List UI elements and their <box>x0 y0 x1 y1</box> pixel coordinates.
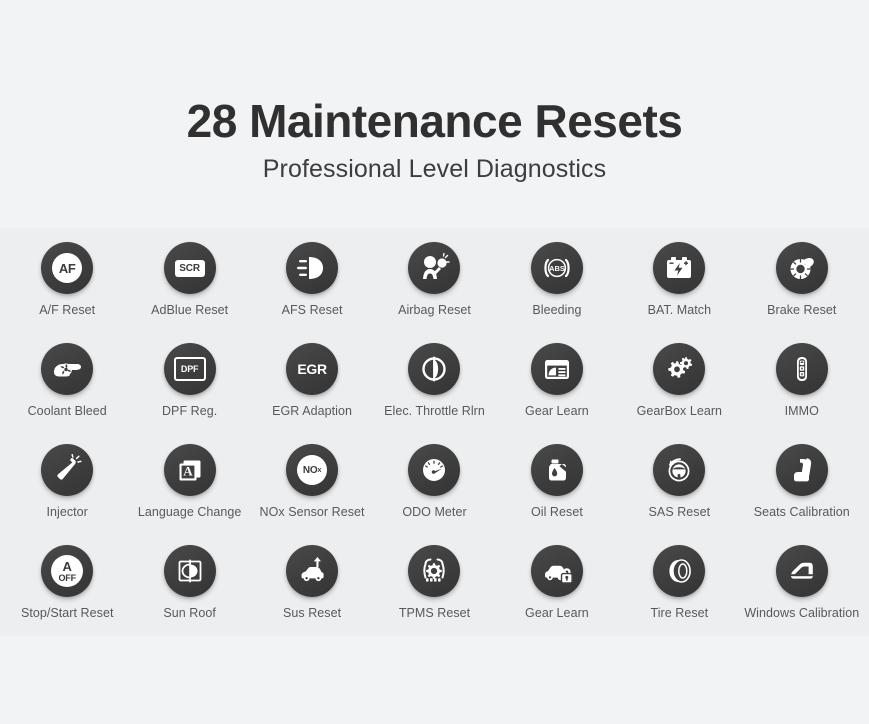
sunroof-icon[interactable] <box>163 545 216 597</box>
gear-learn-screen-icon[interactable] <box>530 343 583 395</box>
page-title: 28 Maintenance Resets <box>186 95 683 147</box>
suspension-car-icon[interactable] <box>286 545 339 597</box>
reset-item[interactable]: GearBox Learn <box>618 343 740 418</box>
scr-badge-icon[interactable]: SCR <box>163 242 216 294</box>
reset-item[interactable]: AF A/F Reset <box>6 242 128 317</box>
reset-item-label: Stop/Start Reset <box>20 606 114 620</box>
reset-item-label: Gear Learn <box>525 606 589 620</box>
reset-item[interactable]: Injector <box>6 444 128 519</box>
reset-item-label: DPF Reg. <box>161 404 218 418</box>
language-a-icon[interactable]: A <box>163 444 216 496</box>
reset-item[interactable]: Brake Reset <box>741 242 863 317</box>
reset-item[interactable]: SCR AdBlue Reset <box>128 242 250 317</box>
oil-can-icon[interactable] <box>530 444 583 496</box>
car-lock-icon[interactable] <box>530 545 583 597</box>
reset-item[interactable]: A OFF Stop/Start Reset <box>6 545 128 620</box>
reset-item-label: IMMO <box>784 404 819 418</box>
reset-item[interactable]: Gear Learn <box>496 545 618 620</box>
reset-item[interactable]: TPMS Reset <box>373 545 495 620</box>
reset-item-label: Sus Reset <box>283 606 342 620</box>
reset-item-label: SAS Reset <box>648 505 711 519</box>
icon-band: AF A/F Reset SCR AdBlue Reset AFS Reset Airba… <box>0 228 869 636</box>
battery-icon[interactable] <box>653 242 706 294</box>
reset-item[interactable]: IMMO <box>741 343 863 418</box>
reset-item-label: Windows Calibration <box>744 606 860 620</box>
reset-item-label: GearBox Learn <box>636 404 723 418</box>
reset-item-label: BAT. Match <box>647 303 712 317</box>
reset-item[interactable]: Seats Calibration <box>741 444 863 519</box>
reset-item-label: Brake Reset <box>767 303 837 317</box>
reset-item-label: NOx Sensor Reset <box>259 505 365 519</box>
page-header: 28 Maintenance Resets Professional Level… <box>0 0 869 184</box>
reset-item-label: Tire Reset <box>650 606 709 620</box>
reset-item[interactable]: Elec. Throttle Rlrn <box>373 343 495 418</box>
steering-angle-icon[interactable] <box>653 444 706 496</box>
reset-item[interactable]: Windows Calibration <box>741 545 863 620</box>
reset-item-label: Language Change <box>137 505 242 519</box>
reset-item[interactable]: NO x NOx Sensor Reset <box>251 444 373 519</box>
gears-icon[interactable] <box>653 343 706 395</box>
auto-stop-off-icon[interactable]: A OFF <box>41 545 94 597</box>
odometer-gauge-icon[interactable] <box>408 444 461 496</box>
brake-disc-icon[interactable] <box>775 242 828 294</box>
throttle-body-icon[interactable] <box>408 343 461 395</box>
car-window-icon[interactable] <box>775 545 828 597</box>
reset-item[interactable]: AFS Reset <box>251 242 373 317</box>
icon-grid: AF A/F Reset SCR AdBlue Reset AFS Reset Airba… <box>0 228 869 620</box>
scr-text-badge: SCR <box>174 259 205 277</box>
reset-item[interactable]: ODO Meter <box>373 444 495 519</box>
reset-item[interactable]: Gear Learn <box>496 343 618 418</box>
airbag-occupant-icon[interactable] <box>408 242 461 294</box>
nox-text-badge: NO x <box>297 455 328 485</box>
reset-item-label: Injector <box>46 505 88 519</box>
key-fob-icon[interactable] <box>775 343 828 395</box>
reset-item[interactable]: Airbag Reset <box>373 242 495 317</box>
coolant-fan-icon[interactable] <box>41 343 94 395</box>
reset-item-label: AFS Reset <box>281 303 343 317</box>
reset-item-label: Sun Roof <box>163 606 216 620</box>
abs-brake-icon[interactable]: ABS <box>530 242 583 294</box>
reset-item[interactable]: SAS Reset <box>618 444 740 519</box>
reset-item-label: EGR Adaption <box>272 404 352 418</box>
tpms-tire-pressure-icon[interactable] <box>408 545 461 597</box>
reset-item-label: Seats Calibration <box>753 505 850 519</box>
reset-item-label: Coolant Bleed <box>27 404 107 418</box>
fuel-injector-icon[interactable] <box>41 444 94 496</box>
reset-item-label: A/F Reset <box>39 303 96 317</box>
reset-item-label: ODO Meter <box>402 505 467 519</box>
svg-text:A: A <box>183 464 193 479</box>
reset-item-label: AdBlue Reset <box>151 303 229 317</box>
nox-badge-icon[interactable]: NO x <box>286 444 339 496</box>
page-root: 28 Maintenance Resets Professional Level… <box>0 0 869 724</box>
dpf-filter-icon[interactable]: DPF <box>163 343 216 395</box>
reset-item-label: TPMS Reset <box>398 606 471 620</box>
reset-item[interactable]: ABS Bleeding <box>496 242 618 317</box>
reset-item[interactable]: Tire Reset <box>618 545 740 620</box>
af-text-badge: AF <box>52 253 83 283</box>
tire-icon[interactable] <box>653 545 706 597</box>
reset-item[interactable]: Oil Reset <box>496 444 618 519</box>
car-seat-icon[interactable] <box>775 444 828 496</box>
svg-text:ABS: ABS <box>549 264 565 273</box>
reset-item[interactable]: Sun Roof <box>128 545 250 620</box>
reset-item-label: Airbag Reset <box>398 303 471 317</box>
reset-item-label: Elec. Throttle Rlrn <box>384 404 485 418</box>
reset-item-label: Gear Learn <box>525 404 589 418</box>
dpf-text-badge: DPF <box>173 357 206 381</box>
reset-item[interactable]: A Language Change <box>128 444 250 519</box>
egr-text-badge: EGR <box>297 361 327 377</box>
af-badge-icon[interactable]: AF <box>41 242 94 294</box>
reset-item[interactable]: Sus Reset <box>251 545 373 620</box>
reset-item-label: Oil Reset <box>530 505 583 519</box>
headlight-icon[interactable] <box>286 242 339 294</box>
reset-item[interactable]: DPF DPF Reg. <box>128 343 250 418</box>
reset-item[interactable]: BAT. Match <box>618 242 740 317</box>
egr-text-icon[interactable]: EGR <box>286 343 339 395</box>
reset-item-label: Bleeding <box>532 303 582 317</box>
reset-item[interactable]: EGR EGR Adaption <box>251 343 373 418</box>
page-subtitle: Professional Level Diagnostics <box>262 154 607 183</box>
reset-item[interactable]: Coolant Bleed <box>6 343 128 418</box>
auto-stop-off-badge: A OFF <box>51 555 84 587</box>
